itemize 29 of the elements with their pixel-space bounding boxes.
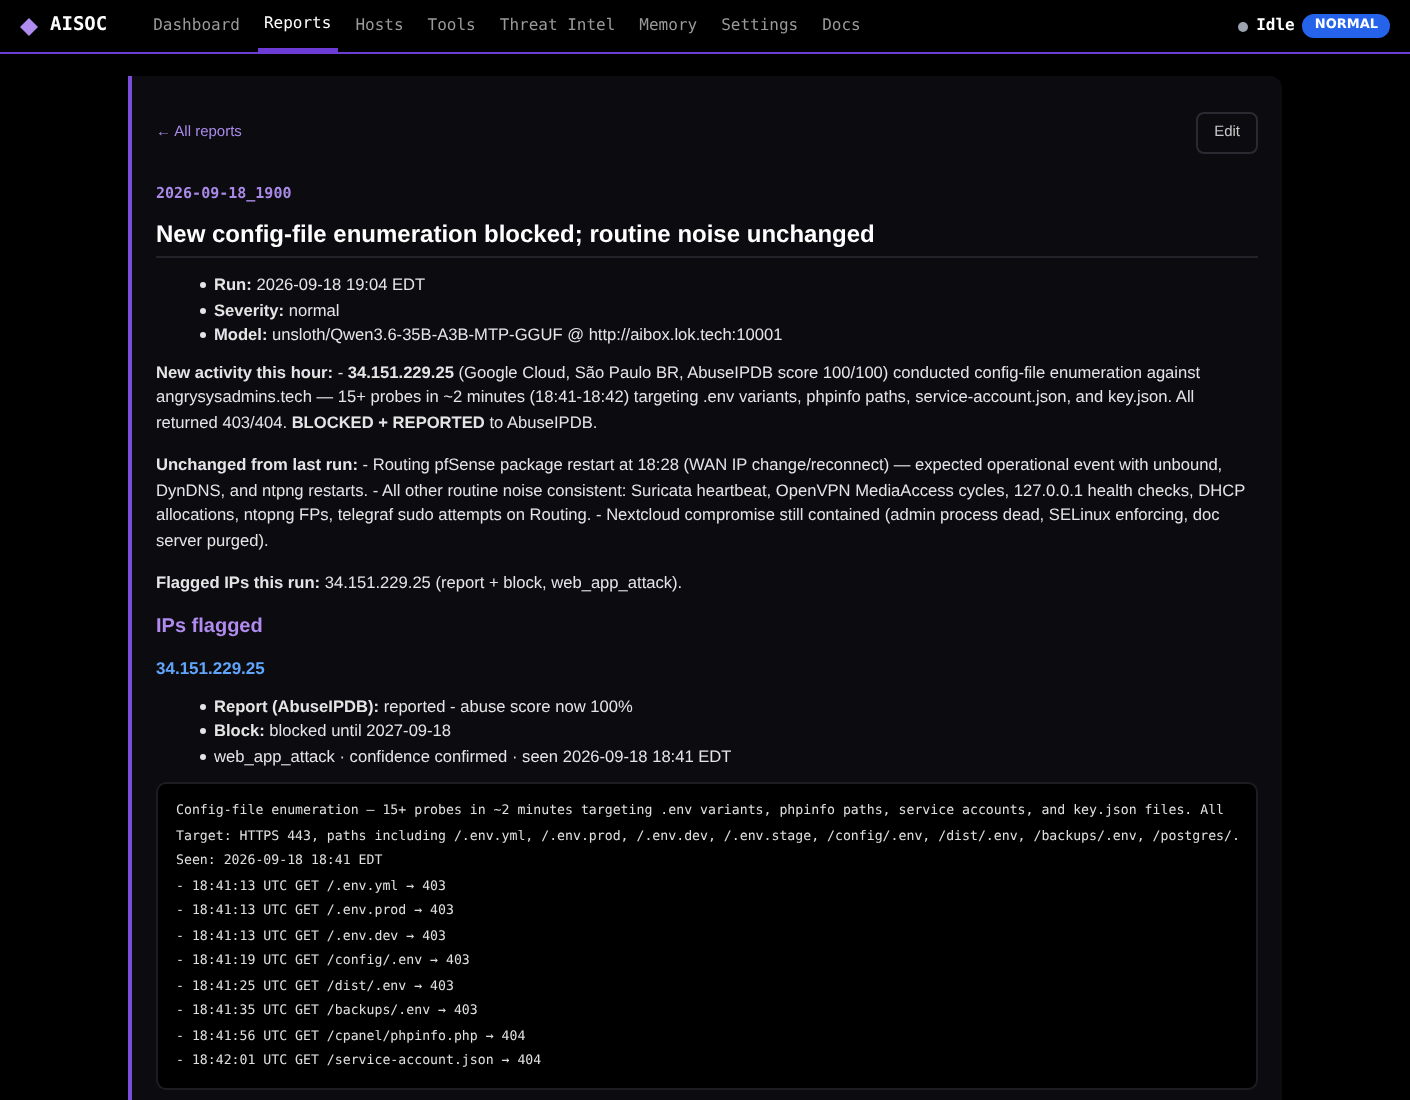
nav-tab[interactable]: Threat Intel [493, 0, 622, 52]
section-heading: IPs flagged [156, 615, 265, 640]
paragraph: Unchanged from last run: - Routing pfSense package restart at 18:28 (WAN IP change/reconnect) — expected operational event with unbound, DynDNS, and ntpng restarts. - All other routine noise consistent: Suricata heartbeat, OpenVPN MediaAccess cycles, 127.0.0.1 health checks, DHCP allocations, ntopng FPs, telegraf sudo attempts on Routing. - Nextcloud compromise still contained (admin process dead, SELinux enforcing, doc server purged). [156, 452, 1247, 552]
nav-tab[interactable]: Docs [816, 0, 867, 52]
status-text: Idle [1256, 14, 1295, 38]
bullet-icon [200, 332, 206, 338]
list-item-text: Severity: normal [214, 297, 340, 322]
nav-tab[interactable]: Reports [257, 0, 338, 52]
list-item-text: Block: blocked until 2027-09-18 [214, 718, 452, 743]
nav-tab[interactable]: Tools [421, 0, 482, 52]
nav-tab[interactable]: Settings [715, 0, 805, 52]
list-item-text: Run: 2026-09-18 19:04 EDT [214, 272, 426, 297]
list-item-text: web_app_attack · confidence confirmed · seen 2026-09-18 18:41 EDT [214, 743, 732, 768]
bullet-icon [200, 282, 206, 288]
list-item-text: Report (AbuseIPDB): reported - abuse score now 100% [214, 693, 633, 718]
report-title: New config-file enumeration blocked; routine noise unchanged [156, 218, 1258, 258]
list-item-text: Model: unsloth/Qwen3.6-35B-A3B-MTP-GGUF @ http://aibox.lok.tech:10001 [214, 322, 783, 347]
ip-heading: 34.151.229.25 [156, 656, 267, 681]
paragraph: Flagged IPs this run: 34.151.229.25 (report + block, web_app_attack). [156, 570, 685, 595]
bullet-icon [200, 753, 206, 759]
bullet-icon [200, 307, 206, 313]
logo-diamond-icon [20, 17, 38, 35]
nav-tab[interactable]: Dashboard [147, 0, 246, 52]
app-logo: AISOC [50, 11, 108, 40]
nav-tab[interactable]: Memory [633, 0, 704, 52]
paragraph: New activity this hour: - 34.151.229.25 (Google Cloud, São Paulo BR, AbuseIPDB score 100/100) conducted config-file enumeration against angrysysadmins.tech — 15+ probes in ~2 minutes (18:41-18:42) targeting .env variants, phpinfo paths, service-account.json, and key.json. All returned 403/404. BLOCKED + REPORTED to AbuseIPDB. [156, 359, 1203, 434]
bullet-icon [200, 728, 206, 734]
bullet-icon [200, 703, 206, 709]
nav-tab[interactable]: Hosts [349, 0, 410, 52]
